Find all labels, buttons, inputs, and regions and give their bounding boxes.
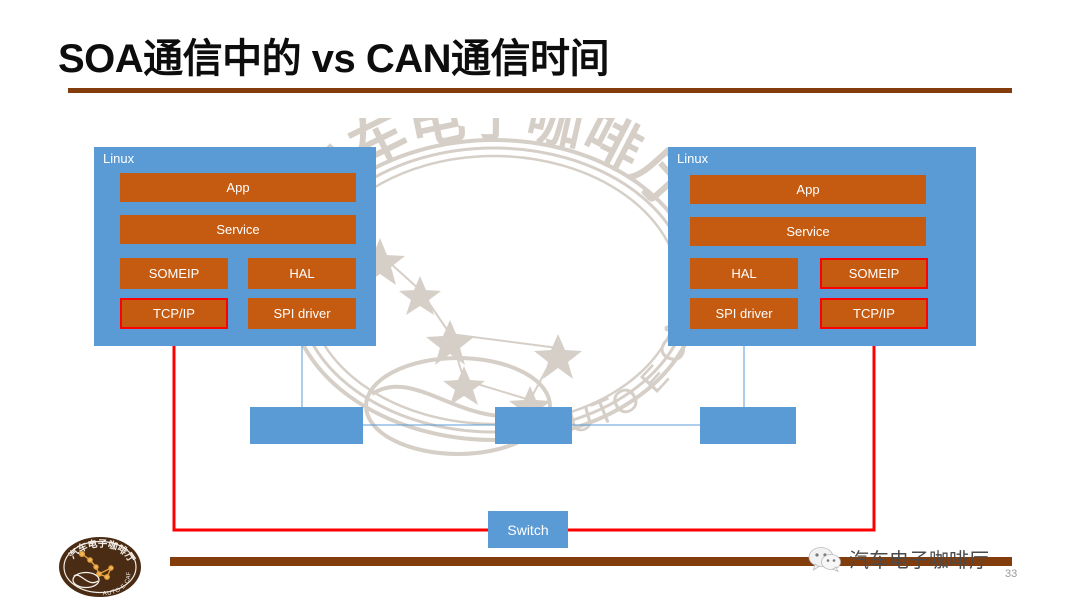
layer-right-hal[interactable]: HAL	[690, 258, 798, 289]
layer-left-app[interactable]: App	[120, 173, 356, 202]
brand-logo: 汽车电子咖啡厅 AUTO E CAFE	[58, 536, 141, 597]
wechat-account-label: 汽车电子咖啡厅	[849, 550, 989, 572]
slide-root: SOA通信中的 vs CAN通信时间 汽车电子咖啡厅 AUTO E CAFE	[0, 0, 1080, 608]
title-divider	[68, 88, 1012, 93]
switch-node[interactable]: Switch	[488, 511, 568, 548]
layer-right-tcpip[interactable]: TCP/IP	[820, 298, 928, 329]
layer-right-spi-driver[interactable]: SPI driver	[690, 298, 798, 329]
layer-right-service[interactable]: Service	[690, 217, 926, 246]
layer-left-someip[interactable]: SOMEIP	[120, 258, 228, 289]
node-label-right: Linux	[677, 151, 709, 166]
bus-box-1[interactable]	[250, 407, 363, 444]
layer-left-hal[interactable]: HAL	[248, 258, 356, 289]
layer-right-someip[interactable]: SOMEIP	[820, 258, 928, 289]
node-label-left: Linux	[103, 151, 135, 166]
layer-right-app[interactable]: App	[690, 175, 926, 204]
layer-left-spi-driver[interactable]: SPI driver	[248, 298, 356, 329]
wechat-footer: 汽车电子咖啡厅	[808, 544, 989, 573]
page-number: 33	[1005, 568, 1018, 580]
layer-left-service[interactable]: Service	[120, 215, 356, 244]
bus-box-3[interactable]	[700, 407, 796, 444]
wechat-icon	[808, 546, 841, 572]
bus-box-2[interactable]	[495, 407, 572, 444]
layer-left-tcpip[interactable]: TCP/IP	[120, 298, 228, 329]
page-title: SOA通信中的 vs CAN通信时间	[58, 37, 610, 81]
